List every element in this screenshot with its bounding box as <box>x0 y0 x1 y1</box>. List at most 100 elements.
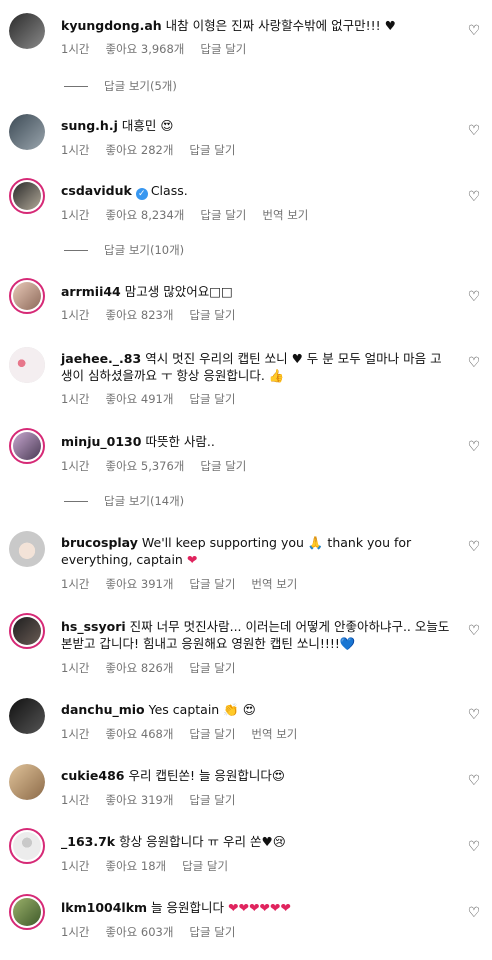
divider-line <box>64 250 88 251</box>
avatar[interactable] <box>9 764 45 800</box>
likes-count[interactable]: 좋아요 603개 <box>105 925 173 939</box>
view-replies-button[interactable]: 답글 보기(14개) <box>64 493 184 509</box>
comment-text: Class. <box>150 183 188 198</box>
username[interactable]: cukie486 <box>61 768 124 783</box>
emoji: 💙 <box>339 636 356 651</box>
reply-button[interactable]: 답글 달기 <box>189 143 235 157</box>
timestamp: 1시간 <box>61 42 90 56</box>
reply-button[interactable]: 답글 달기 <box>200 208 246 222</box>
avatar[interactable] <box>9 894 45 930</box>
username[interactable]: kyungdong.ah <box>61 18 162 33</box>
like-heart-icon[interactable]: ♡ <box>467 440 481 454</box>
comment-text: 우리 캡틴쏜! 늘 응원합니다 <box>128 768 272 783</box>
translate-button[interactable]: 번역 보기 <box>251 727 297 741</box>
reply-button[interactable]: 답글 달기 <box>189 392 235 406</box>
likes-count[interactable]: 좋아요 823개 <box>105 308 173 322</box>
emoji: 👏 😍 <box>223 702 256 717</box>
likes-count[interactable]: 좋아요 5,376개 <box>105 459 184 473</box>
avatar[interactable] <box>9 613 45 649</box>
reply-button[interactable]: 답글 달기 <box>189 577 235 591</box>
emoji: ❤ <box>186 552 198 567</box>
reply-button[interactable]: 답글 달기 <box>189 925 235 939</box>
timestamp: 1시간 <box>61 727 90 741</box>
comment-text: Yes captain <box>148 702 220 717</box>
view-replies-label: 답글 보기(10개) <box>104 243 185 257</box>
like-heart-icon[interactable]: ♡ <box>467 708 481 722</box>
avatar[interactable] <box>9 428 45 464</box>
likes-count[interactable]: 좋아요 391개 <box>105 577 173 591</box>
likes-count[interactable]: 좋아요 282개 <box>105 143 173 157</box>
emoji: 😍 <box>160 118 174 133</box>
username[interactable]: brucosplay <box>61 535 138 550</box>
view-replies-label: 답글 보기(14개) <box>104 494 185 508</box>
view-replies-label: 답글 보기(5개) <box>104 79 177 93</box>
translate-button[interactable]: 번역 보기 <box>262 208 308 222</box>
timestamp: 1시간 <box>61 859 90 873</box>
timestamp: 1시간 <box>61 392 90 406</box>
avatar[interactable] <box>9 698 45 734</box>
emoji: ♥ <box>384 18 396 33</box>
timestamp: 1시간 <box>61 577 90 591</box>
verified-badge-icon: ✓ <box>135 188 148 200</box>
comment-text: 내참 이형은 진짜 사랑할수밖에 없구만!!! <box>165 18 381 33</box>
like-heart-icon[interactable]: ♡ <box>467 24 481 38</box>
like-heart-icon[interactable]: ♡ <box>467 124 481 138</box>
like-heart-icon[interactable]: ♡ <box>467 356 481 370</box>
username[interactable]: hs_ssyori <box>61 619 126 634</box>
likes-count[interactable]: 좋아요 18개 <box>105 859 166 873</box>
username[interactable]: arrmii44 <box>61 284 121 299</box>
avatar[interactable] <box>9 278 45 314</box>
comment-text: 늘 응원합니다 <box>151 900 225 915</box>
reply-button[interactable]: 답글 달기 <box>189 793 235 807</box>
likes-count[interactable]: 좋아요 319개 <box>105 793 173 807</box>
avatar[interactable] <box>9 178 45 214</box>
view-replies-button[interactable]: 답글 보기(5개) <box>64 78 177 94</box>
timestamp: 1시간 <box>61 308 90 322</box>
comment-text: 항상 응원합니다 ㅠ 우리 쏜 <box>119 834 262 849</box>
like-heart-icon[interactable]: ♡ <box>467 840 481 854</box>
avatar[interactable] <box>9 114 45 150</box>
reply-button[interactable]: 답글 달기 <box>189 661 235 675</box>
avatar[interactable] <box>9 13 45 49</box>
like-heart-icon[interactable]: ♡ <box>467 624 481 638</box>
username[interactable]: _163.7k <box>61 834 115 849</box>
emoji: 😍 <box>271 768 285 783</box>
reply-button[interactable]: 답글 달기 <box>182 859 228 873</box>
username[interactable]: lkm1004lkm <box>61 900 147 915</box>
comment-text: 맘고생 많았어요□□ <box>124 284 233 299</box>
username[interactable]: jaehee._.83 <box>61 351 141 366</box>
comment-text: 대흥민 <box>121 118 157 133</box>
avatar[interactable] <box>9 828 45 864</box>
like-heart-icon[interactable]: ♡ <box>467 540 481 554</box>
reply-button[interactable]: 답글 달기 <box>200 42 246 56</box>
translate-button[interactable]: 번역 보기 <box>251 577 297 591</box>
timestamp: 1시간 <box>61 143 90 157</box>
likes-count[interactable]: 좋아요 491개 <box>105 392 173 406</box>
reply-button[interactable]: 답글 달기 <box>189 308 235 322</box>
emoji: 👍 <box>268 368 285 383</box>
divider-line <box>64 501 88 502</box>
likes-count[interactable]: 좋아요 3,968개 <box>105 42 184 56</box>
reply-button[interactable]: 답글 달기 <box>200 459 246 473</box>
avatar[interactable] <box>9 347 45 383</box>
username[interactable]: minju_0130 <box>61 434 141 449</box>
timestamp: 1시간 <box>61 793 90 807</box>
username[interactable]: csdaviduk <box>61 183 132 198</box>
view-replies-button[interactable]: 답글 보기(10개) <box>64 242 184 258</box>
like-heart-icon[interactable]: ♡ <box>467 774 481 788</box>
reply-button[interactable]: 답글 달기 <box>189 727 235 741</box>
like-heart-icon[interactable]: ♡ <box>467 290 481 304</box>
comment-text: 따뜻한 사람.. <box>145 434 215 449</box>
like-heart-icon[interactable]: ♡ <box>467 190 481 204</box>
timestamp: 1시간 <box>61 925 90 939</box>
like-heart-icon[interactable]: ♡ <box>467 906 481 920</box>
avatar[interactable] <box>9 531 45 567</box>
username[interactable]: danchu_mio <box>61 702 145 717</box>
timestamp: 1시간 <box>61 459 90 473</box>
likes-count[interactable]: 좋아요 468개 <box>105 727 173 741</box>
username[interactable]: sung.h.j <box>61 118 118 133</box>
likes-count[interactable]: 좋아요 8,234개 <box>105 208 184 222</box>
likes-count[interactable]: 좋아요 826개 <box>105 661 173 675</box>
timestamp: 1시간 <box>61 208 90 222</box>
emoji: ❤❤❤❤❤❤ <box>228 900 291 915</box>
